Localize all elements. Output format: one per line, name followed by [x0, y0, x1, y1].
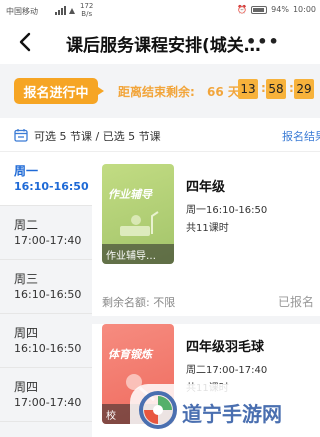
battery-icon	[251, 5, 268, 14]
day-name: 周二	[14, 218, 39, 232]
status-right: ⏰ 94% 10:00	[237, 5, 316, 14]
day-item-thursday-2[interactable]: 周四 17:00-17:40	[0, 368, 92, 422]
enrolled-status: 已报名	[278, 295, 315, 309]
app-header: 课后服务课程安排(城关… •••	[0, 22, 320, 64]
day-item-tuesday[interactable]: 周二 17:00-17:40	[0, 206, 92, 260]
course-name: 四年级	[186, 180, 226, 195]
course-category: 体育锻炼	[108, 348, 152, 361]
registration-status-badge: 报名进行中	[14, 78, 104, 104]
registration-result-link[interactable]: 报名结果	[282, 128, 320, 144]
calendar-icon	[14, 129, 28, 142]
countdown-seconds: 29	[294, 79, 314, 99]
signal-icon	[55, 6, 75, 15]
course-count-text: 可选 5 节课 / 已选 5 节课	[34, 130, 161, 143]
selection-summary: 可选 5 节课 / 已选 5 节课 报名结果	[0, 118, 320, 152]
day-item-monday[interactable]: 周一 16:10-16:50	[0, 152, 92, 206]
watermark-text: 道宁手游网	[182, 402, 282, 426]
day-name: 周四	[14, 380, 39, 394]
day-time: 16:10-16:50	[14, 342, 82, 355]
course-thumbnail: 作业辅导 作业辅导…	[102, 164, 174, 264]
course-quota: 剩余名额: 不限	[102, 296, 176, 309]
course-time: 周一16:10-16:50	[186, 205, 268, 216]
day-name: 周一	[14, 164, 39, 178]
course-card[interactable]: 作业辅导 作业辅导… 四年级 周一16:10-16:50 共11课时 剩余名额:…	[102, 164, 320, 314]
day-time: 17:00-17:40	[14, 234, 82, 247]
clock: 10:00	[292, 5, 316, 14]
day-name: 周四	[14, 326, 39, 340]
carrier-name: 中国移动	[6, 7, 38, 16]
watermark-logo-icon	[139, 391, 177, 429]
network-speed: 172 B/s	[80, 2, 93, 18]
back-arrow-icon[interactable]	[14, 30, 38, 54]
day-time: 16:10-16:50	[14, 288, 82, 301]
card-divider	[92, 316, 320, 324]
countdown-label: 距离结束剩余:	[118, 85, 195, 99]
countdown-hours: 13	[238, 79, 258, 99]
speed-value: 172	[80, 2, 94, 10]
countdown-banner: 报名进行中 距离结束剩余: 66 天 13 : 58 : 29	[0, 64, 320, 118]
countdown-days: 66 天	[207, 85, 240, 99]
course-hours: 共11课时	[186, 223, 229, 234]
desk-lamp-icon	[120, 211, 159, 236]
course-time: 周二17:00-17:40	[186, 365, 268, 376]
day-item-wednesday[interactable]: 周三 16:10-16:50	[0, 260, 92, 314]
course-category: 作业辅导	[108, 188, 152, 201]
page-title: 课后服务课程安排(城关…	[66, 36, 261, 56]
thumbnail-caption: 作业辅导…	[102, 244, 174, 264]
day-list: 周一 16:10-16:50 周二 17:00-17:40 周三 16:10-1…	[0, 152, 92, 437]
battery-percent: 94%	[271, 5, 289, 14]
day-time: 17:00-17:40	[14, 396, 82, 409]
alarm-icon: ⏰	[237, 5, 248, 14]
day-name: 周三	[14, 272, 39, 286]
countdown-minutes: 58	[266, 79, 286, 99]
course-name: 四年级羽毛球	[186, 340, 265, 355]
more-options-button[interactable]: •••	[246, 32, 280, 51]
site-watermark: 道宁手游网	[130, 384, 320, 437]
day-item-thursday-1[interactable]: 周四 16:10-16:50	[0, 314, 92, 368]
speed-unit: B/s	[81, 10, 93, 18]
status-bar: 中国移动 172 B/s ⏰ 94% 10:00	[0, 0, 320, 22]
day-time: 16:10-16:50	[14, 180, 89, 193]
